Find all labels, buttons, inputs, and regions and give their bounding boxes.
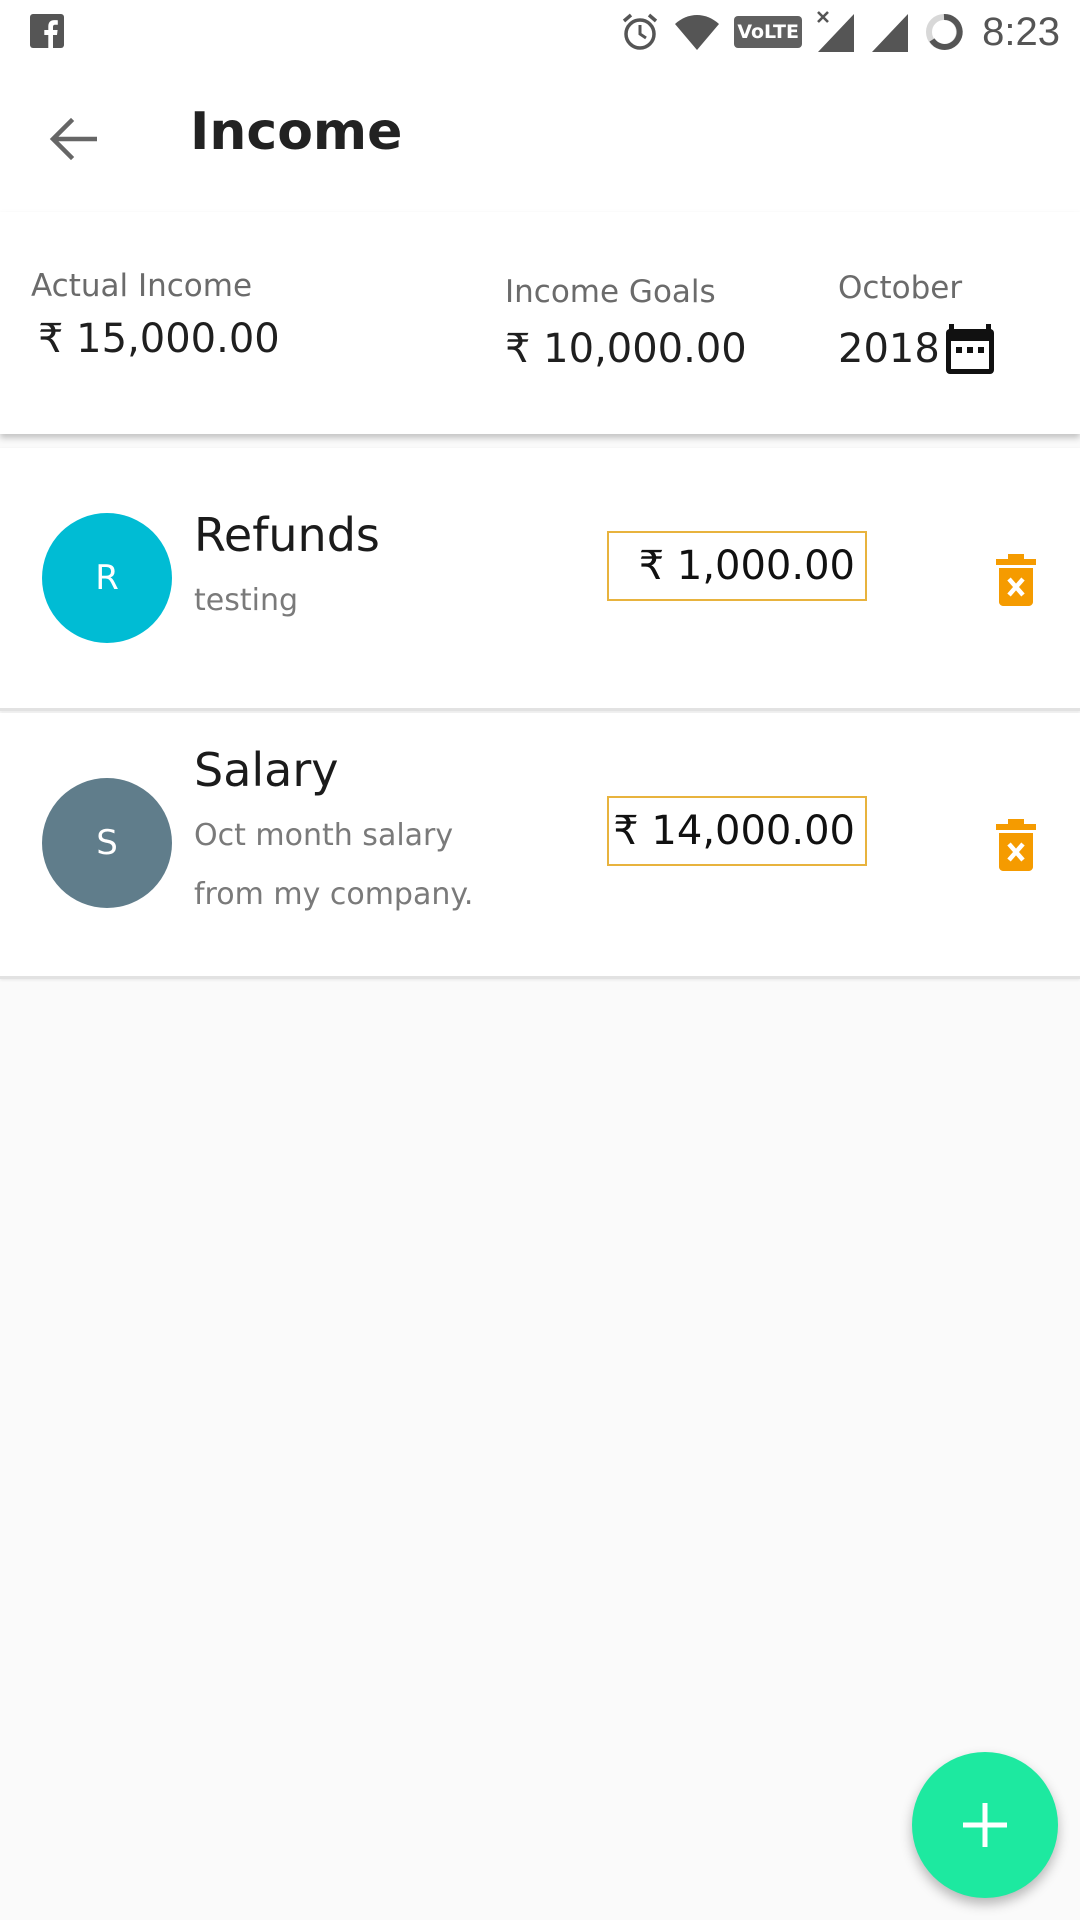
delete-icon[interactable] — [994, 819, 1038, 871]
alarm-icon — [623, 13, 658, 50]
page-title: Income — [190, 102, 403, 162]
avatar: S — [42, 778, 172, 908]
entry-note: Oct month salary from my company. — [194, 818, 474, 912]
arrow-back-icon — [49, 117, 97, 161]
list-item[interactable]: R Refunds testing ₹ 1,000.00 — [0, 448, 1080, 711]
signal-no-data-icon — [817, 11, 855, 52]
signal-icon — [872, 14, 909, 52]
entry-title: Refunds — [194, 508, 380, 562]
year-value: 2018 — [838, 326, 940, 372]
add-income-button[interactable] — [912, 1752, 1058, 1898]
amount-field[interactable]: ₹ 1,000.00 — [607, 531, 867, 601]
app-bar: Income — [0, 64, 1080, 212]
entry-title: Salary — [194, 743, 339, 797]
plus-icon — [963, 1803, 1007, 1847]
actual-income-value: ₹ 15,000.00 — [38, 316, 280, 362]
month-label: October — [838, 270, 963, 306]
amount-field[interactable]: ₹ 14,000.00 — [607, 796, 867, 866]
actual-income-label: Actual Income — [31, 268, 253, 304]
volte-icon: VoLTE — [734, 16, 803, 48]
back-button[interactable] — [40, 106, 106, 172]
entry-note: testing — [194, 583, 299, 618]
income-goals-value: ₹ 10,000.00 — [505, 326, 747, 372]
list-item[interactable]: S Salary Oct month salary from my compan… — [0, 713, 1080, 979]
income-screen: VoLTE 8:23 Income Actual Income ₹ 15,000… — [0, 0, 1080, 1920]
delete-icon[interactable] — [994, 554, 1038, 606]
avatar: R — [42, 513, 172, 643]
status-icons: VoLTE 8:23 — [620, 8, 1060, 56]
clock: 8:23 — [982, 9, 1060, 54]
calendar-icon[interactable] — [944, 320, 996, 376]
battery-charging-icon — [926, 14, 963, 50]
income-summary: Actual Income ₹ 15,000.00 Income Goals ₹… — [0, 212, 1080, 434]
status-bar: VoLTE 8:23 — [0, 0, 1080, 64]
income-goals-label: Income Goals — [505, 274, 716, 310]
wifi-icon — [675, 15, 720, 50]
facebook-icon — [30, 14, 64, 48]
